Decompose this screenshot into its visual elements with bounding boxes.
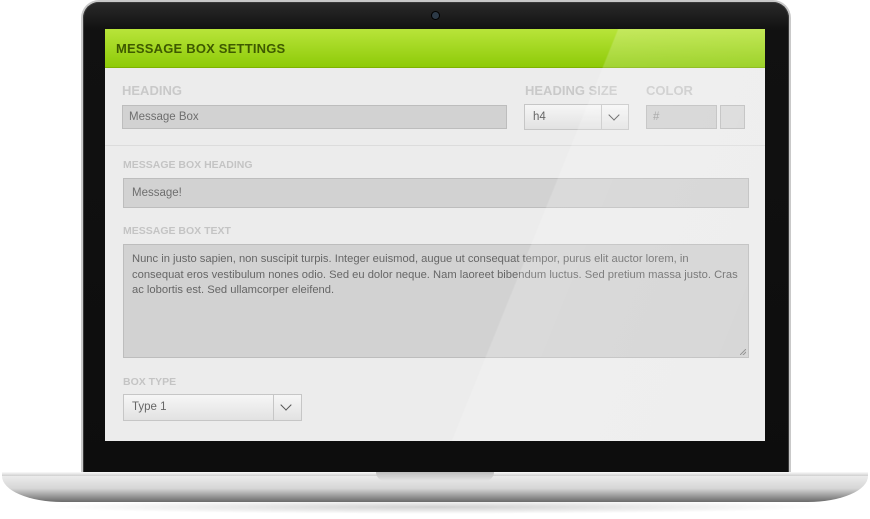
panel-title: MESSAGE BOX SETTINGS <box>116 41 286 56</box>
chevron-down-icon <box>280 399 292 411</box>
color-input[interactable]: # <box>646 105 717 129</box>
panel-header: MESSAGE BOX SETTINGS <box>105 29 765 68</box>
heading-size-label: HEADING SIZE <box>525 83 618 98</box>
laptop-notch <box>376 472 494 481</box>
settings-panel: MESSAGE BOX SETTINGS HEADING Message Box… <box>105 29 765 441</box>
webcam-icon <box>432 12 439 19</box>
message-box-text-label: MESSAGE BOX TEXT <box>123 225 231 237</box>
heading-size-dropdown-button[interactable] <box>601 105 628 129</box>
message-box-heading-input[interactable]: Message! <box>123 178 749 208</box>
chevron-down-icon <box>608 109 620 121</box>
box-type-value: Type 1 <box>132 401 167 413</box>
box-type-dropdown-button[interactable] <box>273 395 301 420</box>
box-type-select[interactable]: Type 1 <box>123 394 302 421</box>
heading-input[interactable]: Message Box <box>122 105 507 129</box>
message-box-text-value: Nunc in justo sapien, non suscipit turpi… <box>132 253 738 296</box>
color-swatch-button[interactable] <box>720 105 745 129</box>
heading-label: HEADING <box>122 83 182 98</box>
color-label: COLOR <box>646 83 693 98</box>
heading-size-value: h4 <box>533 111 546 123</box>
message-box-text-textarea[interactable]: Nunc in justo sapien, non suscipit turpi… <box>123 244 749 358</box>
message-box-heading-label: MESSAGE BOX HEADING <box>123 159 253 171</box>
resize-handle-icon[interactable] <box>740 349 746 355</box>
heading-size-select[interactable]: h4 <box>524 104 629 130</box>
box-type-label: BOX TYPE <box>123 376 177 388</box>
section-divider <box>105 145 765 146</box>
laptop-shadow <box>40 500 830 514</box>
